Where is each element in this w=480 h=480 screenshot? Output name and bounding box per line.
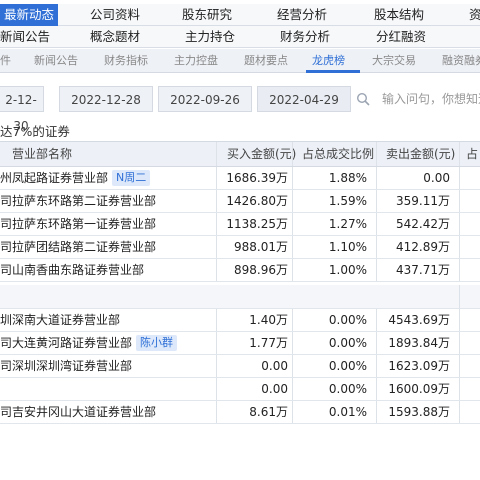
branch-name[interactable]: 司大连黄河路证券营业部 [0, 336, 132, 350]
col-header-ratio-2: 占 [466, 147, 479, 161]
sell-amount: 412.89万 [396, 240, 450, 254]
table-row[interactable]: 司拉萨东环路第二证券营业部 1426.80万 1.59% 359.11万 [0, 190, 480, 213]
ratio: 1.27% [328, 217, 367, 231]
buy-amount: 1686.39万 [226, 171, 288, 185]
buy-amount: 0.00 [261, 359, 288, 373]
section-divider [0, 285, 480, 309]
sell-amount: 1893.84万 [388, 336, 450, 350]
buy-amount: 0.00 [261, 382, 288, 396]
top-nav-row-2: 新闻公告 概念题材 主力持仓 财务分析 分红融资 [0, 26, 480, 48]
table-row[interactable]: 司山南香曲东路证券营业部 898.96万 1.00% 437.71万 [0, 259, 480, 282]
buy-amount: 1.40万 [249, 313, 288, 327]
table-row[interactable]: 0.00 0.00% 1600.09万 [0, 378, 480, 401]
date-tab-2022-04-29[interactable]: 2022-04-29 [257, 86, 351, 112]
page-bottom [0, 448, 480, 480]
nav-tab-main-holdings[interactable]: 主力持仓 [185, 26, 280, 48]
col-header-buy-amount: 买入金额(元) [227, 147, 297, 161]
search-icon [356, 92, 370, 106]
nav-tab-news[interactable]: 新闻公告 [0, 26, 90, 48]
date-bar: 2-12-30 2022-12-28 2022-09-26 2022-04-29… [0, 86, 480, 133]
branch-name[interactable]: 司拉萨团结路第二证券营业部 [0, 236, 156, 258]
table-row[interactable]: 司拉萨东环路第一证券营业部 1138.25万 1.27% 542.42万 [0, 213, 480, 236]
nav-tab-financial-analysis[interactable]: 财务分析 [280, 26, 376, 48]
sell-amount: 1623.09万 [388, 359, 450, 373]
branch-name[interactable]: 司拉萨东环路第二证券营业部 [0, 190, 156, 212]
sell-amount: 359.11万 [396, 194, 450, 208]
sell-amount: 437.71万 [396, 263, 450, 277]
active-tab-underline [306, 70, 360, 73]
table-row[interactable]: 司大连黄河路证券营业部 陈小群 1.77万 0.00% 1893.84万 [0, 332, 480, 355]
branch-name[interactable]: 司拉萨东环路第一证券营业部 [0, 213, 156, 235]
subnav-item-block-trade[interactable]: 大宗交易 [372, 49, 416, 73]
branch-name[interactable]: 州凤起路证券营业部 [0, 171, 108, 185]
ratio: 0.00% [328, 359, 367, 373]
subnav-item-events[interactable]: 件 [0, 49, 11, 73]
col-header-ratio: 占总成交比例 [302, 147, 375, 161]
buy-amount: 898.96万 [234, 263, 288, 277]
buy-amount: 988.01万 [234, 240, 288, 254]
branch-name[interactable]: 司深圳深圳湾证券营业部 [0, 355, 132, 377]
ratio: 0.00% [328, 336, 367, 350]
buy-amount: 1426.80万 [226, 194, 288, 208]
trader-tag-badge[interactable]: 陈小群 [136, 335, 178, 351]
buy-amount: 8.61万 [249, 405, 288, 419]
branch-name[interactable]: 司山南香曲东路证券营业部 [0, 259, 144, 281]
nav-tab-equity-structure[interactable]: 股本结构 [374, 4, 469, 26]
ratio: 1.00% [328, 263, 367, 277]
sell-amount: 542.42万 [396, 217, 450, 231]
ratio: 1.10% [328, 240, 367, 254]
sell-amount: 0.00 [423, 171, 450, 185]
nav-tab-latest[interactable]: 最新动态 [0, 4, 58, 26]
subnav-item-main-control[interactable]: 主力控盘 [174, 49, 218, 73]
ratio: 1.59% [328, 194, 367, 208]
trader-tag-badge[interactable]: N周二 [112, 170, 151, 186]
search-placeholder: 输入问句，你想知道的 [382, 92, 480, 106]
nav-tab-concepts[interactable]: 概念题材 [90, 26, 185, 48]
sell-amount: 4543.69万 [388, 313, 450, 327]
section-title: 达7%的证券 [0, 124, 70, 139]
search-input[interactable]: 输入问句，你想知道的 [356, 86, 480, 112]
subnav-item-margin[interactable]: 融资融券 [442, 49, 480, 73]
table-row[interactable]: 司拉萨团结路第二证券营业部 988.01万 1.10% 412.89万 [0, 236, 480, 259]
ratio: 1.88% [328, 171, 367, 185]
table-header: 营业部名称 买入金额(元) 占总成交比例 卖出金额(元) 占 [0, 141, 480, 167]
ratio: 0.00% [328, 382, 367, 396]
nav-tab-dividends[interactable]: 分红融资 [376, 26, 466, 48]
ratio: 0.01% [328, 405, 367, 419]
sub-nav: 件 新闻公告 财务指标 主力控盘 题材要点 龙虎榜 大宗交易 融资融券 [0, 49, 480, 73]
top-nav-row-1: 最新动态 公司资料 股东研究 经营分析 股本结构 资 [0, 4, 480, 26]
buy-amount: 1.77万 [249, 336, 288, 350]
col-header-branch: 营业部名称 [12, 147, 73, 161]
nav-tab-capital[interactable]: 资 [469, 4, 480, 26]
ratio: 0.00% [328, 313, 367, 327]
date-tab-2022-12-28[interactable]: 2022-12-28 [59, 86, 153, 112]
branch-name[interactable]: 圳深南大道证券营业部 [0, 309, 120, 331]
nav-tab-business-analysis[interactable]: 经营分析 [277, 4, 374, 26]
table-row[interactable]: 圳深南大道证券营业部 1.40万 0.00% 4543.69万 [0, 309, 480, 332]
table-row[interactable]: 州凤起路证券营业部 N周二 1686.39万 1.88% 0.00 [0, 167, 480, 190]
table-row[interactable]: 司深圳深圳湾证券营业部 0.00 0.00% 1623.09万 [0, 355, 480, 378]
subnav-item-topics[interactable]: 题材要点 [244, 49, 288, 73]
subnav-item-news[interactable]: 新闻公告 [34, 49, 78, 73]
date-tab-2022-09-26[interactable]: 2022-09-26 [158, 86, 252, 112]
nav-tab-shareholder-research[interactable]: 股东研究 [182, 4, 277, 26]
buy-amount: 1138.25万 [226, 217, 288, 231]
sell-amount: 1593.88万 [388, 405, 450, 419]
branch-name[interactable]: 司吉安井冈山大道证券营业部 [0, 401, 156, 423]
col-header-sell-amount: 卖出金额(元) [386, 147, 456, 161]
table-row[interactable]: 司吉安井冈山大道证券营业部 8.61万 0.01% 1593.88万 [0, 401, 480, 424]
nav-tab-company-profile[interactable]: 公司资料 [90, 4, 182, 26]
sell-amount: 1600.09万 [388, 382, 450, 396]
date-tab-2022-12-30[interactable]: 2-12-30 [0, 86, 44, 133]
subnav-item-financial-indicators[interactable]: 财务指标 [104, 49, 148, 73]
